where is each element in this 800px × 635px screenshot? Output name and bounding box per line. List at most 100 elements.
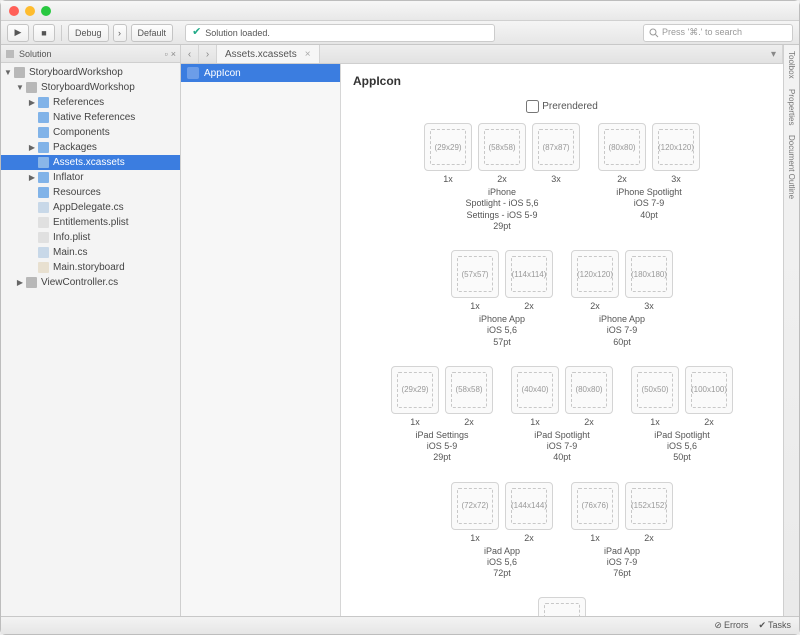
disclosure-icon[interactable]: ▶	[27, 173, 37, 182]
tree-item[interactable]: Entitlements.plist	[1, 215, 180, 230]
tree-item-label: AppDelegate.cs	[53, 202, 124, 213]
asset-icon	[37, 156, 50, 169]
tab-close-icon[interactable]: ×	[305, 49, 311, 60]
icon-slot[interactable]: (100x100)	[685, 366, 733, 414]
scale-label: 1x	[424, 174, 472, 184]
chevron-right-icon: ›	[113, 24, 127, 42]
icon-slot[interactable]: (152x152)	[625, 482, 673, 530]
icon-slot[interactable]: (72x72)	[451, 482, 499, 530]
icon-group-label: iPhone App iOS 5,6 57pt	[479, 314, 525, 348]
icon-slot[interactable]: (57x57)	[451, 250, 499, 298]
pin-icon[interactable]: ▫	[165, 49, 168, 59]
icon-group: (57x57)(114x114)1x2xiPhone App iOS 5,6 5…	[451, 250, 553, 348]
tree-item[interactable]: Resources	[1, 185, 180, 200]
icon-slot[interactable]: (80x80)	[565, 366, 613, 414]
tree-item[interactable]: ▶ References	[1, 95, 180, 110]
icon-slot[interactable]: (58x58)	[478, 123, 526, 171]
tab-menu-icon[interactable]: ▾	[765, 45, 783, 63]
disclosure-icon[interactable]: ▶	[15, 278, 25, 287]
scale-label: 1x	[631, 417, 679, 427]
icon-slot[interactable]: (58x58)	[445, 366, 493, 414]
icon-slot-dim: (100x100)	[691, 372, 727, 408]
tree-item-label: Assets.xcassets	[53, 157, 125, 168]
icon-slot[interactable]: (120x120)	[571, 250, 619, 298]
icon-group-label: iPad Spotlight iOS 5,6 50pt	[654, 430, 710, 464]
icon-slot[interactable]: (87x87)	[532, 123, 580, 171]
tab-assets[interactable]: Assets.xcassets×	[217, 45, 320, 63]
tree-item[interactable]: ▼StoryboardWorkshop	[1, 80, 180, 95]
solution-tree[interactable]: ▼StoryboardWorkshop▼StoryboardWorkshop▶R…	[1, 63, 180, 616]
plist-icon	[37, 231, 50, 244]
target-dropdown[interactable]: Default	[131, 24, 174, 42]
icon-slot[interactable]: (114x114)	[505, 250, 553, 298]
prerendered-checkbox[interactable]: Prerendered	[526, 101, 598, 112]
tree-item[interactable]: Info.plist	[1, 230, 180, 245]
stop-button[interactable]: ■	[33, 24, 55, 42]
icon-group-label: iPhone Spotlight - iOS 5,6 Settings - iO…	[465, 187, 538, 232]
minimize-icon[interactable]	[25, 6, 35, 16]
right-tool-panel[interactable]: Toolbox Properties Document Outline	[783, 45, 799, 616]
errors-button[interactable]: ⊘Errors	[714, 620, 748, 631]
icon-slot[interactable]: (29x29)	[391, 366, 439, 414]
icon-slot[interactable]: (29x29)	[424, 123, 472, 171]
tree-item[interactable]: Assets.xcassets	[1, 155, 180, 170]
icon-slot[interactable]: (80x80)	[598, 123, 646, 171]
tree-item[interactable]: ▼ StoryboardWorkshop	[1, 65, 180, 80]
right-tab[interactable]: Document Outline	[787, 133, 796, 201]
icon-slot[interactable]: (50x50)	[631, 366, 679, 414]
icon-slot-dim: (72x72)	[457, 488, 493, 524]
nav-back-icon[interactable]: ‹	[181, 45, 199, 63]
tasks-button[interactable]: ✔Tasks	[758, 620, 791, 631]
icon-slot-dim: (40x40)	[517, 372, 553, 408]
tree-item[interactable]: Main.cs	[1, 245, 180, 260]
icon-group: (76x76)(152x152)1x2xiPad App iOS 7-9 76p…	[571, 482, 673, 580]
tree-item[interactable]: ▶ ViewController.cs	[1, 275, 180, 290]
right-tab[interactable]: Properties	[787, 87, 796, 127]
tree-item[interactable]: Components	[1, 125, 180, 140]
icon-slot-dim: (114x114)	[511, 256, 547, 292]
run-button[interactable]: ▶	[7, 24, 29, 42]
tree-item[interactable]: ▶Packages	[1, 140, 180, 155]
folder-gray-icon	[25, 276, 38, 289]
icon-slot[interactable]: (144x144)	[505, 482, 553, 530]
asset-list[interactable]: AppIcon	[181, 64, 341, 616]
solution-sidebar: Solution ▫ × ▼StoryboardWorkshop▼Storybo…	[1, 45, 181, 616]
editor-title: AppIcon	[341, 72, 783, 96]
scale-label: 2x	[598, 174, 646, 184]
nav-fwd-icon[interactable]: ›	[199, 45, 217, 63]
scale-label: 3x	[652, 174, 700, 184]
icon-slot-dim: (152x152)	[631, 488, 667, 524]
search-icon	[649, 28, 659, 38]
tree-item-label: References	[53, 97, 104, 108]
sb-icon	[37, 261, 50, 274]
tree-item[interactable]: Native References	[1, 110, 180, 125]
config-dropdown[interactable]: Debug	[68, 24, 109, 42]
tree-item[interactable]: ▶Inflator	[1, 170, 180, 185]
tree-item[interactable]: AppDelegate.cs	[1, 200, 180, 215]
disclosure-icon[interactable]: ▶	[27, 98, 37, 107]
scale-label: 1x	[391, 417, 439, 427]
tree-item-label: StoryboardWorkshop	[29, 67, 123, 78]
disclosure-icon[interactable]: ▼	[15, 83, 25, 92]
icon-slot[interactable]: (180x180)	[625, 250, 673, 298]
disclosure-icon[interactable]: ▼	[3, 68, 13, 77]
icon-group-label: iPad Spotlight iOS 7-9 40pt	[534, 430, 590, 464]
close-panel-icon[interactable]: ×	[171, 49, 176, 59]
icon-slot[interactable]: (40x40)	[511, 366, 559, 414]
icon-slot-dim: (29x29)	[397, 372, 433, 408]
asset-list-item[interactable]: AppIcon	[181, 64, 340, 82]
disclosure-icon[interactable]: ▶	[27, 143, 37, 152]
icon-slot[interactable]	[538, 597, 586, 616]
scale-label: 2x	[565, 417, 613, 427]
search-input[interactable]: Press '⌘.' to search	[643, 24, 793, 42]
tree-item[interactable]: Main.storyboard	[1, 260, 180, 275]
solution-icon	[5, 49, 15, 59]
zoom-icon[interactable]	[41, 6, 51, 16]
right-tab[interactable]: Toolbox	[787, 49, 796, 81]
icon-slot-dim: (80x80)	[604, 129, 640, 165]
icon-slot[interactable]: (76x76)	[571, 482, 619, 530]
tree-item-label: ViewController.cs	[41, 277, 118, 288]
icon-slot[interactable]: (120x120)	[652, 123, 700, 171]
close-icon[interactable]	[9, 6, 19, 16]
asset-list-label: AppIcon	[204, 68, 241, 79]
